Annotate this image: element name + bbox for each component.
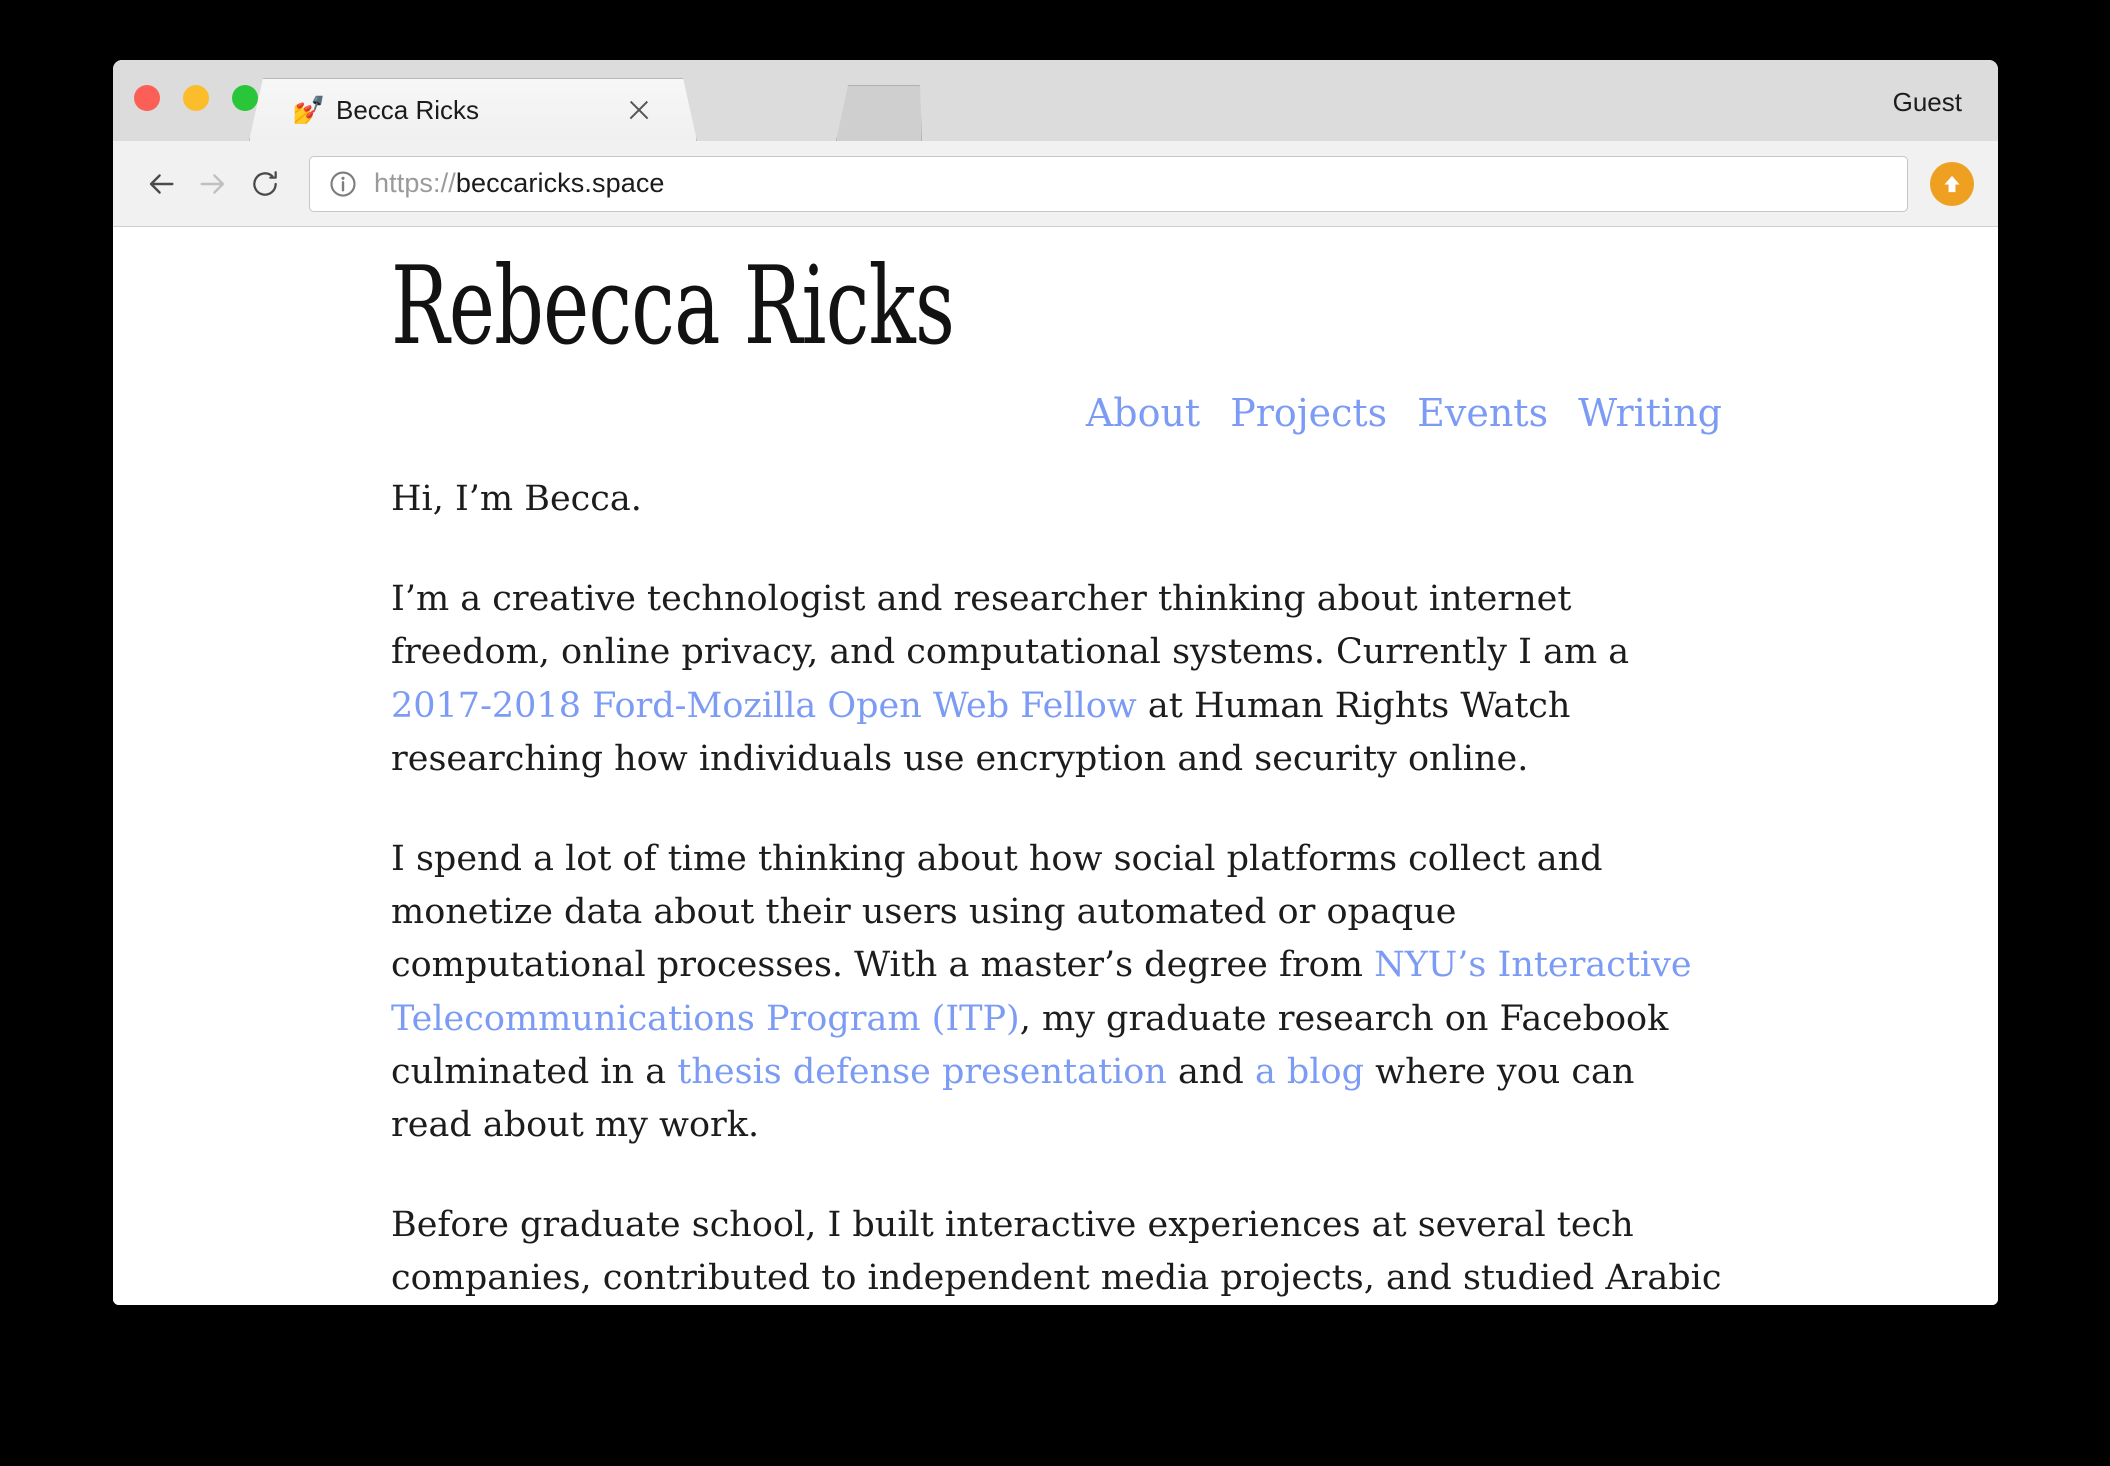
link-a-blog[interactable]: a blog xyxy=(1255,1052,1364,1092)
page-content: Hi, I’m Becca. I’m a creative technologi… xyxy=(113,473,1998,1305)
close-window-button[interactable] xyxy=(134,85,160,111)
tab-title: Becca Ricks xyxy=(336,94,480,125)
intro-text-part-1: I’m a creative technologist and research… xyxy=(391,579,1630,673)
maximize-window-button[interactable] xyxy=(232,85,258,111)
url-scheme: https:// xyxy=(374,168,456,198)
page-title: Rebecca Ricks xyxy=(391,244,955,369)
paragraph-background: Before graduate school, I built interact… xyxy=(391,1199,1722,1305)
browser-toolbar: https://beccaricks.space xyxy=(113,141,1998,227)
background-text-part-1: Before graduate school, I built interact… xyxy=(391,1205,1722,1299)
nav-link-writing[interactable]: Writing xyxy=(1578,391,1722,435)
nail-polish-emoji-icon: 💅 xyxy=(292,94,326,125)
reload-button[interactable] xyxy=(239,158,291,210)
tab-becca-ricks[interactable]: 💅 Becca Ricks xyxy=(249,78,697,141)
url-domain: beccaricks.space xyxy=(455,168,665,198)
reload-icon xyxy=(253,170,277,196)
window-controls xyxy=(134,85,258,111)
link-ford-mozilla-fellow[interactable]: 2017-2018 Ford-Mozilla Open Web Fellow xyxy=(391,686,1137,726)
url-text: https://beccaricks.space xyxy=(374,168,665,199)
tab-strip-background-stub xyxy=(836,85,922,141)
arrow-right-icon xyxy=(200,173,225,194)
paragraph-intro: I’m a creative technologist and research… xyxy=(391,573,1722,786)
research-text-part-3: and xyxy=(1166,1051,1255,1092)
nav-link-about[interactable]: About xyxy=(1086,391,1200,435)
page-viewport: Rebecca Ricks About Projects Events Writ… xyxy=(113,227,1998,1305)
back-button[interactable] xyxy=(135,158,187,210)
nav-link-projects[interactable]: Projects xyxy=(1230,391,1387,435)
site-header: Rebecca Ricks About Projects Events Writ… xyxy=(113,227,1998,457)
arrow-left-icon xyxy=(149,173,174,194)
nav-link-events[interactable]: Events xyxy=(1417,391,1548,435)
greeting-text: Hi, I’m Becca. xyxy=(391,479,642,519)
update-browser-button[interactable] xyxy=(1930,161,1974,206)
paragraph-research: I spend a lot of time thinking about how… xyxy=(391,833,1722,1152)
minimize-window-button[interactable] xyxy=(183,85,209,111)
forward-button[interactable] xyxy=(187,158,239,210)
arrow-up-circle-icon xyxy=(1944,175,1960,192)
profile-label[interactable]: Guest xyxy=(1893,87,1962,118)
info-circle-icon[interactable] xyxy=(328,169,358,199)
paragraph-greeting: Hi, I’m Becca. xyxy=(391,473,1722,526)
link-thesis-defense[interactable]: thesis defense presentation xyxy=(677,1052,1167,1092)
browser-window: 💅 Becca Ricks Guest https://beccaricks.s… xyxy=(113,60,1998,1305)
site-navigation: About Projects Events Writing xyxy=(1086,391,1722,435)
tab-strip: 💅 Becca Ricks Guest xyxy=(113,60,1998,141)
address-bar[interactable]: https://beccaricks.space xyxy=(309,155,1908,212)
close-tab-icon[interactable] xyxy=(626,97,652,123)
